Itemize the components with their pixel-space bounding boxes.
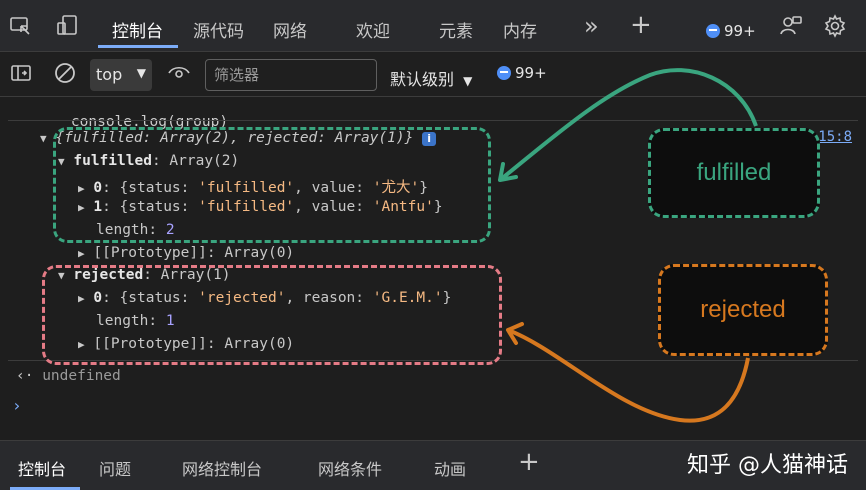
issues-count: 99+ xyxy=(724,22,756,40)
drawer-tab-console[interactable]: 控制台 xyxy=(18,456,66,480)
settings-gear-icon[interactable] xyxy=(822,14,848,40)
collapse-triangle-icon[interactable]: ▶ xyxy=(78,247,85,260)
live-expression-eye-icon[interactable] xyxy=(166,61,192,87)
expand-triangle-icon[interactable]: ▼ xyxy=(40,132,47,145)
rejected-highlight-box xyxy=(42,265,502,365)
context-value: top xyxy=(96,65,123,84)
watermark: 知乎 @人猫神话 xyxy=(687,453,848,478)
divider xyxy=(8,120,858,121)
drawer-tab-network-console[interactable]: 网络控制台 xyxy=(182,456,262,480)
tab-console[interactable]: 控制台 xyxy=(112,17,163,42)
filter-input[interactable] xyxy=(205,59,377,91)
drawer-tab-animations[interactable]: 动画 xyxy=(434,456,466,480)
toolbar-issues-badge[interactable]: 99+ xyxy=(497,64,547,82)
show-sidebar-icon[interactable] xyxy=(8,61,34,87)
clear-console-icon[interactable] xyxy=(52,61,78,87)
tab-network[interactable]: 网络 xyxy=(273,17,307,42)
return-value-row: ‹· undefined xyxy=(16,368,121,384)
tab-elements[interactable]: 元素 xyxy=(439,17,473,42)
context-select[interactable]: top ▼ xyxy=(90,59,152,91)
chevron-down-icon: ▼ xyxy=(136,66,146,80)
prompt-chevron-icon[interactable]: › xyxy=(12,396,22,415)
fulfilled-prototype[interactable]: ▶ [[Prototype]]: Array(0) xyxy=(78,245,294,261)
add-drawer-tab-icon[interactable]: + xyxy=(518,447,540,477)
drawer-tab-issues[interactable]: 问题 xyxy=(99,456,131,480)
log-level-value: 默认级别 xyxy=(390,70,455,89)
tab-sources[interactable]: 源代码 xyxy=(193,17,244,42)
toolbar-issues-count: 99+ xyxy=(515,64,547,82)
tab-welcome[interactable]: 欢迎 xyxy=(356,17,390,42)
active-tab-indicator xyxy=(98,45,178,48)
chevron-down-icon: ▼ xyxy=(463,74,473,88)
return-arrow-icon: ‹· xyxy=(16,368,34,384)
add-tab-icon[interactable]: + xyxy=(630,10,652,40)
inspect-element-icon[interactable] xyxy=(8,14,34,40)
drawer-tab-network-conditions[interactable]: 网络条件 xyxy=(318,456,382,480)
message-icon xyxy=(497,66,511,80)
tab-memory[interactable]: 内存 xyxy=(503,17,537,42)
log-level-select[interactable]: 默认级别 ▼ xyxy=(390,66,472,90)
source-link[interactable]: 15:8 xyxy=(818,129,852,145)
rejected-annotation-label: rejected xyxy=(658,264,828,356)
console-toolbar: top ▼ 默认级别 ▼ 99+ xyxy=(0,53,866,97)
issues-badge[interactable]: 99+ xyxy=(706,22,756,40)
devtools-tab-bar: 控制台 源代码 网络 欢迎 元素 内存 » + 99+ xyxy=(0,0,866,52)
message-icon xyxy=(706,24,720,38)
device-toolbar-icon[interactable] xyxy=(54,14,80,40)
fulfilled-annotation-label: fulfilled xyxy=(648,128,820,218)
more-tabs-icon[interactable]: » xyxy=(584,12,599,40)
fulfilled-highlight-box xyxy=(53,127,491,243)
feedback-icon[interactable] xyxy=(778,14,804,40)
